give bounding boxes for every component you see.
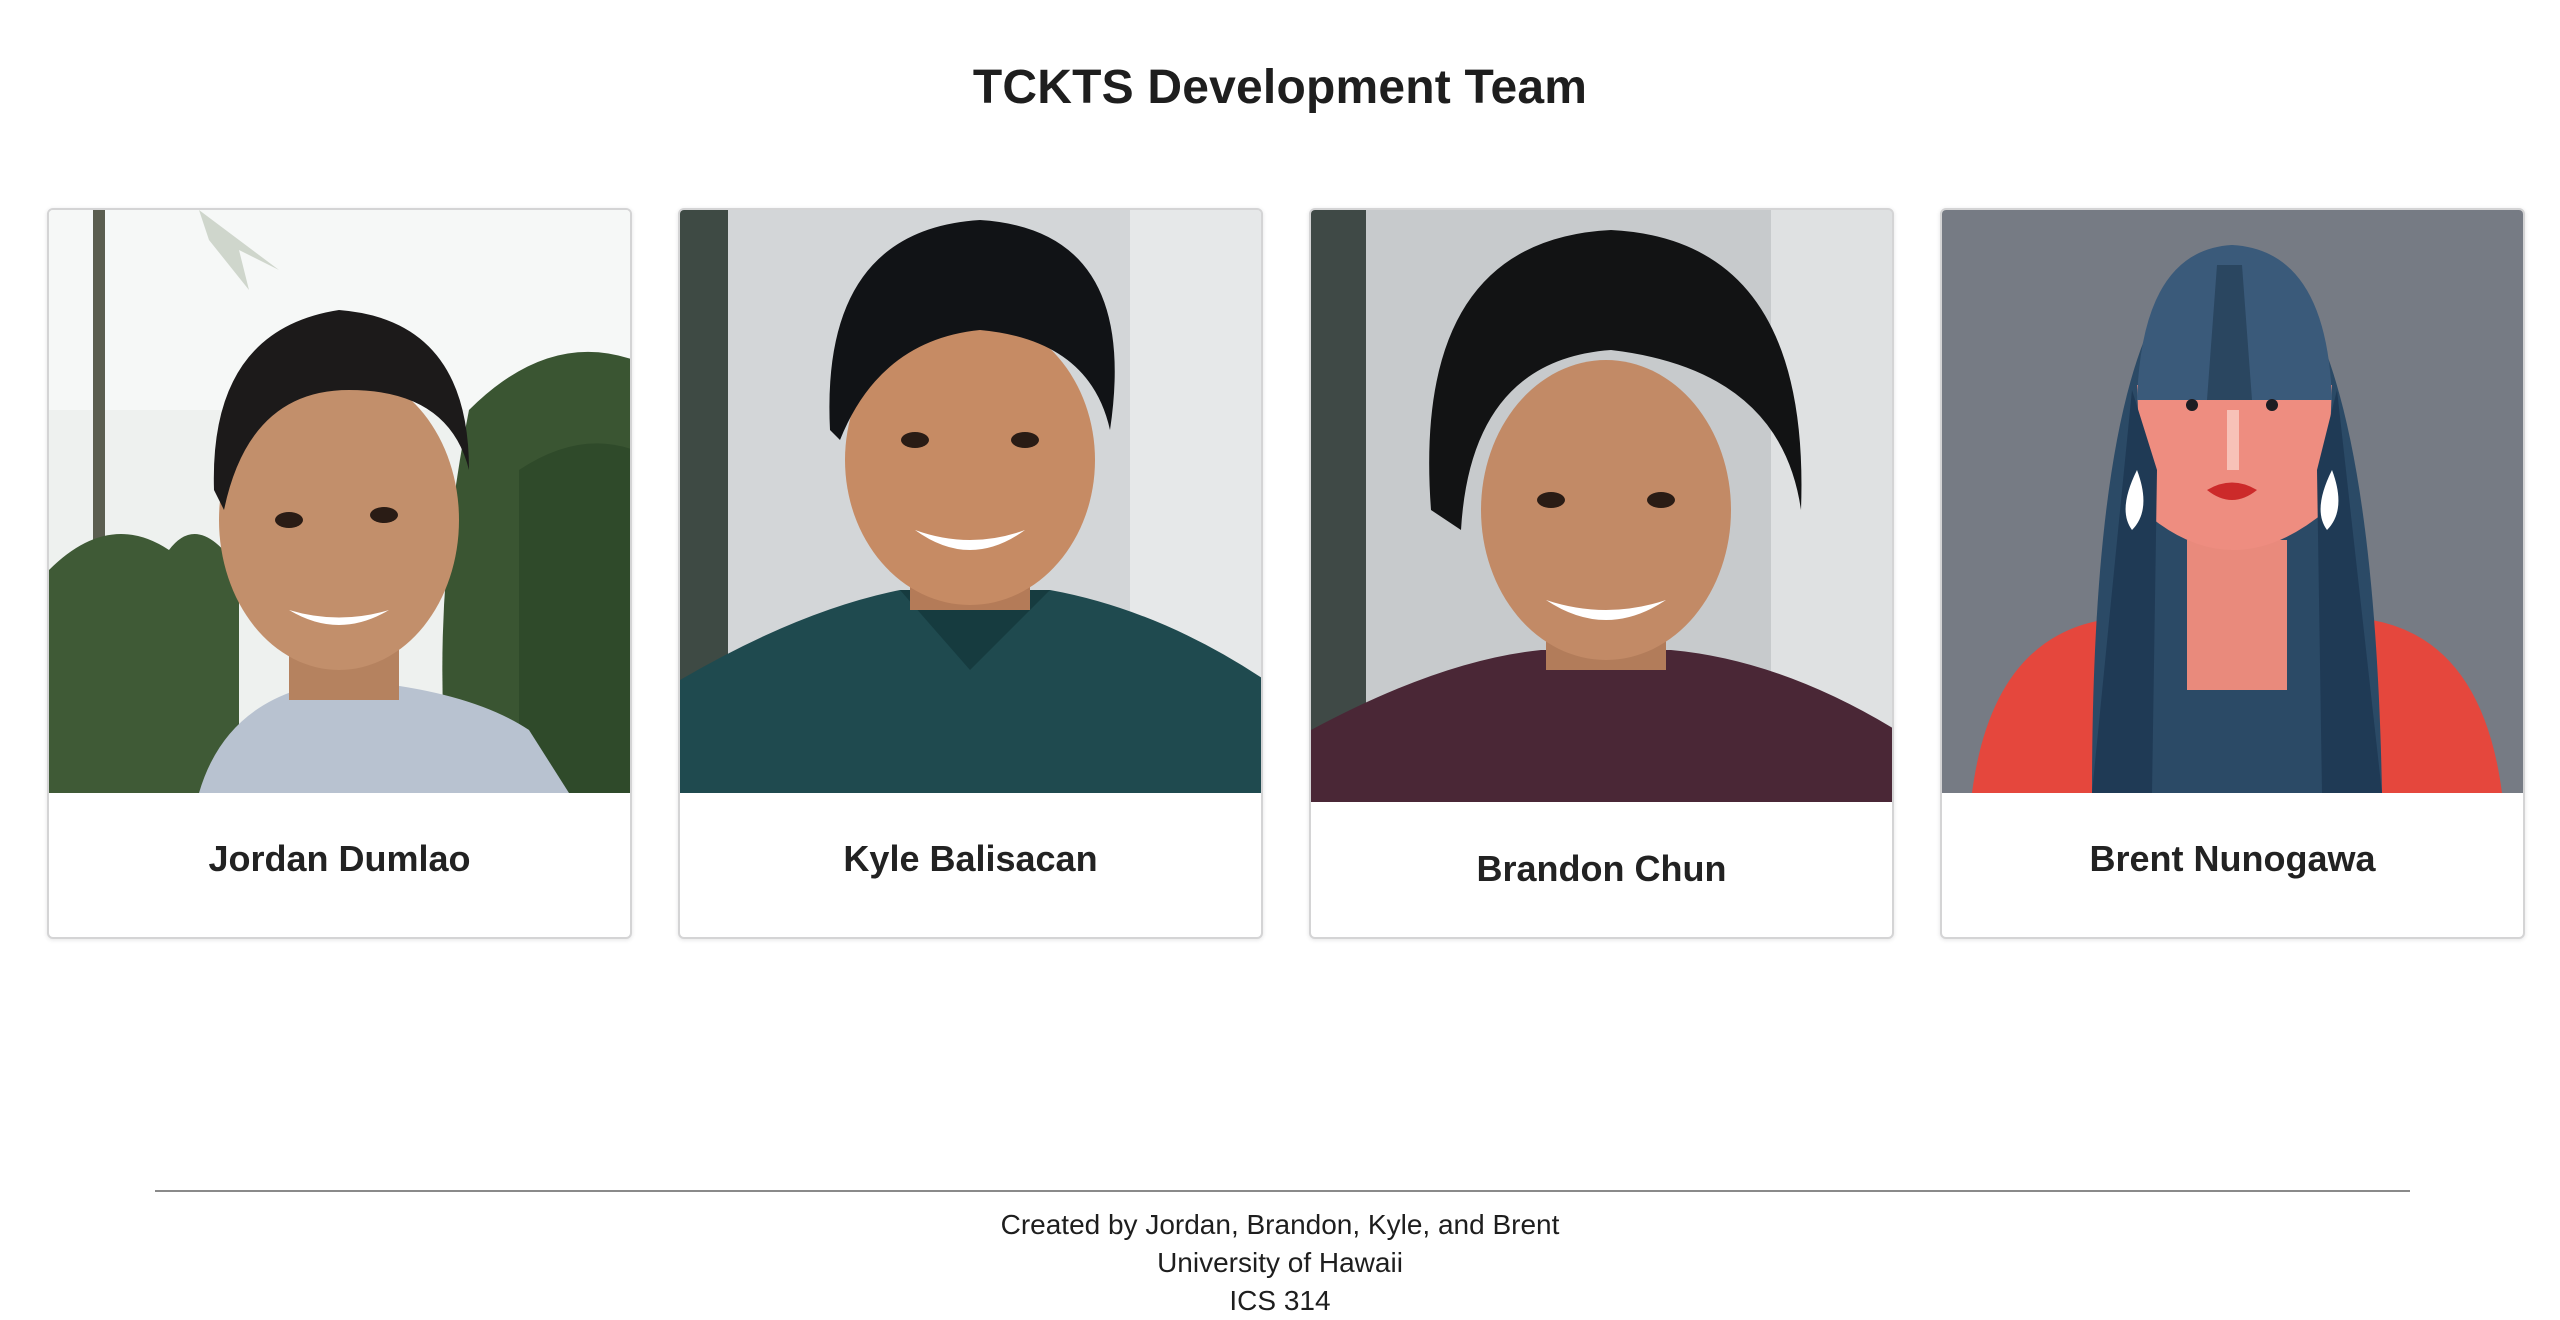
footer-course: ICS 314 [1229, 1285, 1331, 1316]
footer-credits: Created by Jordan, Brandon, Kyle, and Br… [1000, 1209, 1560, 1240]
team-member-name: Brent Nunogawa [2089, 838, 2376, 879]
team-card-jordan: Jordan Dumlao [47, 208, 632, 939]
brandon-photo [1311, 210, 1892, 802]
page-title: TCKTS Development Team [972, 61, 1588, 114]
footer-divider [155, 1190, 2410, 1192]
footer-university: University of Hawaii [1157, 1247, 1403, 1278]
jordan-photo [49, 210, 630, 793]
team-member-name: Jordan Dumlao [208, 838, 471, 879]
team-card-brandon: Brandon Chun [1309, 208, 1894, 939]
brent-avatar [1942, 210, 2523, 793]
team-card-kyle: Kyle Balisacan [678, 208, 1263, 939]
kyle-photo [680, 210, 1261, 793]
team-member-name: Brandon Chun [1476, 848, 1727, 889]
footer: Created by Jordan, Brandon, Kyle, and Br… [0, 1206, 2560, 1320]
team-member-name: Kyle Balisacan [843, 838, 1098, 879]
team-card-brent: Brent Nunogawa [1940, 208, 2525, 939]
